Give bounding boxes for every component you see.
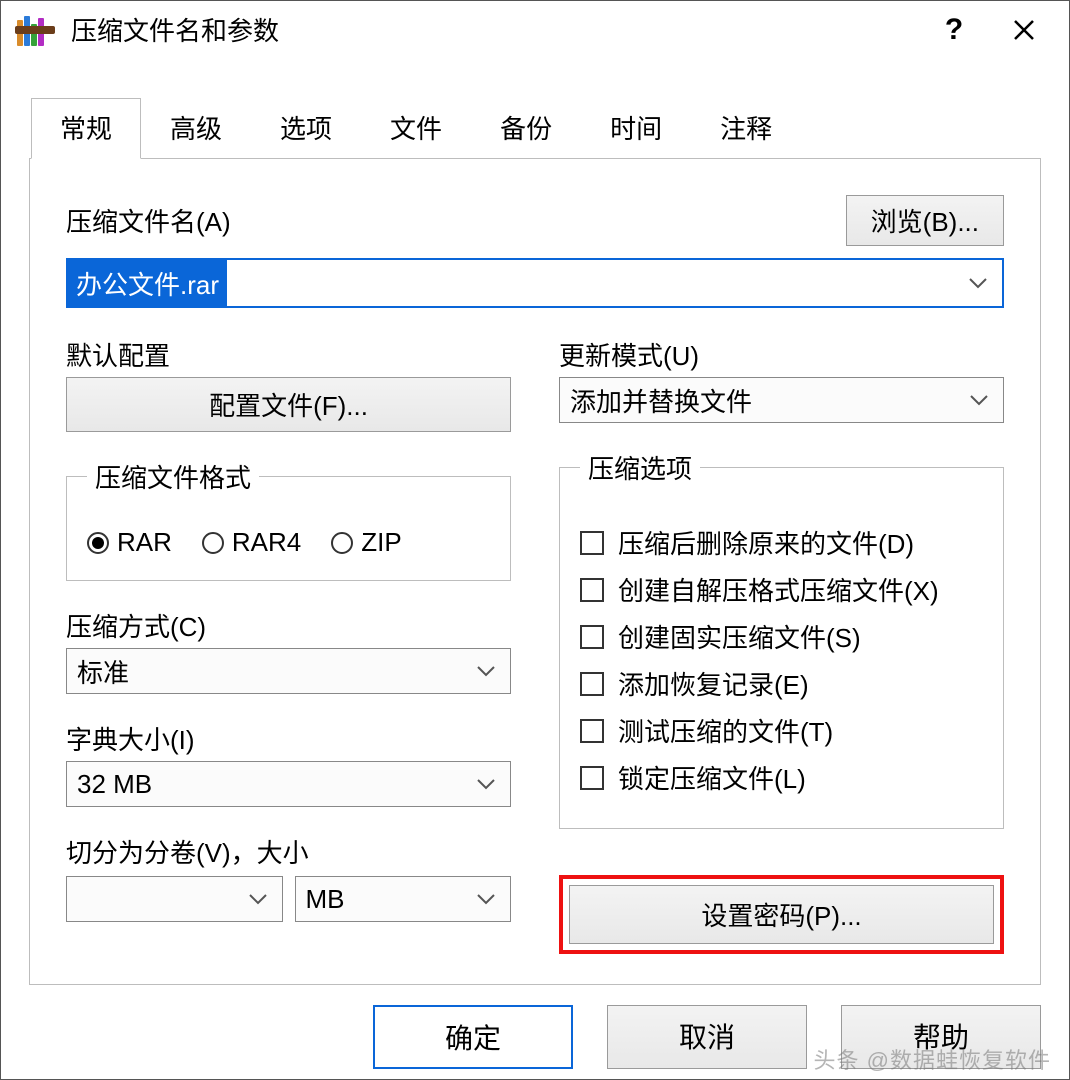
checkbox-icon (580, 719, 604, 743)
dialog-window: 压缩文件名和参数 ? 常规 高级 选项 文件 备份 时间 注释 压缩文件名(A)… (0, 0, 1070, 1080)
default-profile-label: 默认配置 (66, 336, 511, 373)
checkbox-sfx-label: 创建自解压格式压缩文件(X) (618, 571, 939, 608)
compression-method-select[interactable]: 标准 (66, 648, 511, 694)
checkbox-icon (580, 672, 604, 696)
checkbox-icon (580, 578, 604, 602)
profiles-button[interactable]: 配置文件(F)... (66, 377, 511, 432)
update-mode-label: 更新模式(U) (559, 336, 1004, 373)
checkbox-icon (580, 531, 604, 555)
split-size-combobox[interactable] (66, 876, 283, 922)
window-title: 压缩文件名和参数 (71, 11, 279, 48)
dictionary-size-select[interactable]: 32 MB (66, 761, 511, 807)
archive-name-value: 办公文件.rar (68, 260, 227, 306)
archiving-options-group: 压缩选项 压缩后删除原来的文件(D) 创建自解压格式压缩文件(X) 创建固实压缩… (559, 449, 1004, 829)
checkbox-recovery[interactable]: 添加恢复记录(E) (580, 665, 983, 702)
radio-dot-selected-icon (87, 532, 109, 554)
set-password-button[interactable]: 设置密码(P)... (569, 885, 994, 944)
checkbox-test-label: 测试压缩的文件(T) (618, 712, 833, 749)
browse-button[interactable]: 浏览(B)... (846, 195, 1004, 246)
dialog-footer: 确定 取消 帮助 (1, 985, 1069, 1079)
tab-time[interactable]: 时间 (581, 98, 691, 159)
checkbox-test[interactable]: 测试压缩的文件(T) (580, 712, 983, 749)
tab-backup[interactable]: 备份 (471, 98, 581, 159)
split-unit-select[interactable]: MB (295, 876, 512, 922)
compression-method-value: 标准 (67, 653, 462, 690)
chevron-down-icon (462, 664, 510, 678)
checkbox-recovery-label: 添加恢复记录(E) (618, 665, 809, 702)
checkbox-lock[interactable]: 锁定压缩文件(L) (580, 759, 983, 796)
dictionary-size-label: 字典大小(I) (66, 720, 511, 757)
help-button-footer[interactable]: 帮助 (841, 1005, 1041, 1069)
radio-rar4-label: RAR4 (232, 527, 301, 558)
filename-label: 压缩文件名(A) (66, 202, 231, 239)
question-icon: ? (945, 13, 963, 47)
archiving-options-legend: 压缩选项 (580, 449, 700, 486)
set-password-highlight: 设置密码(P)... (559, 875, 1004, 954)
archive-format-legend: 压缩文件格式 (87, 458, 259, 495)
checkbox-lock-label: 锁定压缩文件(L) (618, 759, 806, 796)
titlebar: 压缩文件名和参数 ? (1, 1, 1069, 58)
checkbox-icon (580, 625, 604, 649)
tab-advanced[interactable]: 高级 (141, 98, 251, 159)
tab-files[interactable]: 文件 (361, 98, 471, 159)
winrar-icon (17, 12, 53, 48)
update-mode-value: 添加并替换文件 (560, 382, 955, 419)
tab-comment[interactable]: 注释 (691, 98, 801, 159)
checkbox-icon (580, 766, 604, 790)
split-unit-value: MB (296, 884, 463, 915)
archive-name-combobox[interactable]: 办公文件.rar (66, 258, 1004, 308)
tab-general[interactable]: 常规 (31, 98, 141, 159)
radio-rar[interactable]: RAR (87, 527, 172, 558)
checkbox-solid[interactable]: 创建固实压缩文件(S) (580, 618, 983, 655)
chevron-down-icon (234, 892, 282, 906)
chevron-down-icon[interactable] (954, 276, 1002, 290)
help-button[interactable]: ? (919, 6, 989, 54)
radio-dot-icon (202, 532, 224, 554)
tab-content-general: 压缩文件名(A) 浏览(B)... 办公文件.rar 默认配置 配置文件(F).… (29, 158, 1041, 985)
checkbox-delete-after[interactable]: 压缩后删除原来的文件(D) (580, 524, 983, 561)
radio-rar-label: RAR (117, 527, 172, 558)
chevron-down-icon (462, 892, 510, 906)
dictionary-size-value: 32 MB (67, 769, 462, 800)
split-volumes-label: 切分为分卷(V)，大小 (66, 833, 511, 870)
radio-rar4[interactable]: RAR4 (202, 527, 301, 558)
ok-button[interactable]: 确定 (373, 1005, 573, 1069)
cancel-button[interactable]: 取消 (607, 1005, 807, 1069)
chevron-down-icon (462, 777, 510, 791)
checkbox-solid-label: 创建固实压缩文件(S) (618, 618, 861, 655)
close-button[interactable] (989, 6, 1059, 54)
tab-options[interactable]: 选项 (251, 98, 361, 159)
close-icon (1013, 19, 1035, 41)
radio-dot-icon (331, 532, 353, 554)
radio-zip[interactable]: ZIP (331, 527, 401, 558)
compression-method-label: 压缩方式(C) (66, 607, 511, 644)
checkbox-delete-after-label: 压缩后删除原来的文件(D) (618, 524, 914, 561)
radio-zip-label: ZIP (361, 527, 401, 558)
tab-bar: 常规 高级 选项 文件 备份 时间 注释 (31, 98, 1069, 159)
archive-format-group: 压缩文件格式 RAR RAR4 (66, 458, 511, 581)
checkbox-sfx[interactable]: 创建自解压格式压缩文件(X) (580, 571, 983, 608)
update-mode-select[interactable]: 添加并替换文件 (559, 377, 1004, 423)
chevron-down-icon (955, 393, 1003, 407)
